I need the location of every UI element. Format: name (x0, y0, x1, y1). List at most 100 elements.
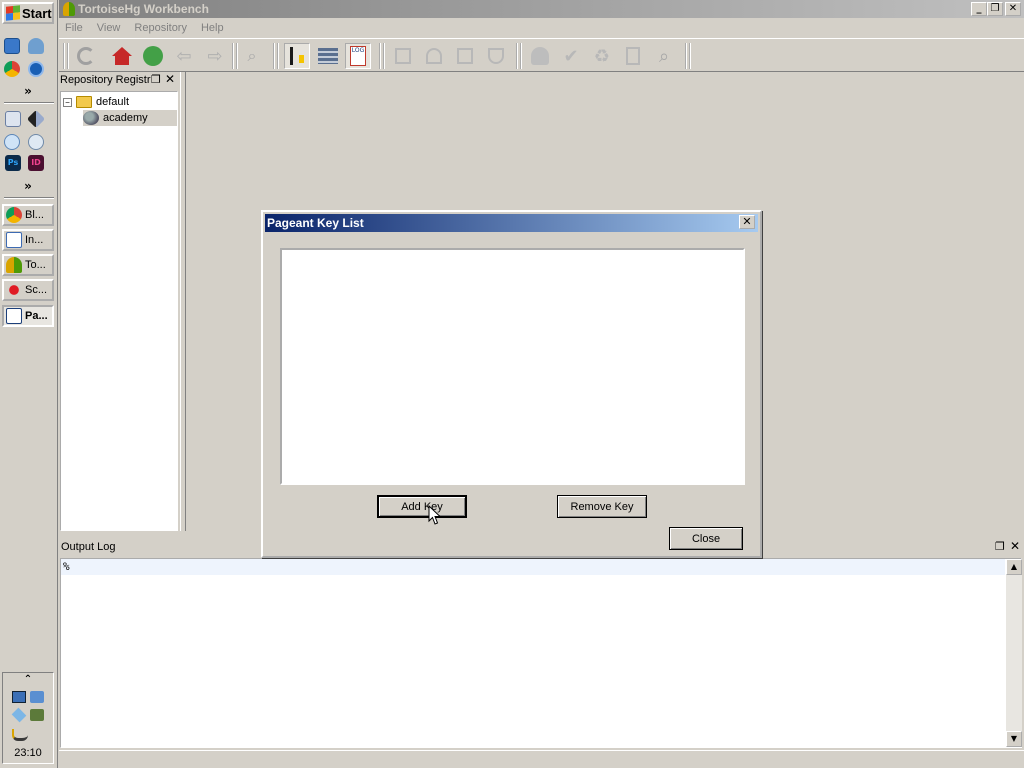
workbench-user-button[interactable] (527, 43, 553, 69)
outgoing-button[interactable] (452, 43, 478, 69)
toolbar-grip[interactable] (273, 43, 279, 69)
log-view-toggle[interactable]: LOG (345, 43, 371, 69)
start-button[interactable]: Start (2, 2, 54, 24)
back-button[interactable]: ⇦ (171, 43, 197, 69)
dialog-titlebar[interactable]: Pageant Key List (265, 214, 758, 232)
tree-item-academy[interactable]: academy (83, 110, 177, 126)
dialog-close-icon[interactable]: ✕ (739, 215, 755, 229)
network-tray-icon[interactable] (30, 691, 44, 703)
quicklaunch-more-button[interactable]: » (0, 84, 56, 98)
screenshot-icon (6, 282, 22, 298)
pageant-tray-icon[interactable] (12, 691, 26, 703)
refresh-button[interactable] (73, 43, 99, 69)
log-prompt-line[interactable]: % (61, 559, 1005, 575)
push-button[interactable] (483, 43, 509, 69)
scroll-down-button[interactable]: ▼ (1006, 731, 1022, 747)
power-tray-icon[interactable] (12, 729, 28, 741)
tree-item-label: academy (103, 112, 148, 124)
verify-button[interactable]: ✔ (558, 43, 584, 69)
task-button-screenshot[interactable]: Sc... (2, 279, 54, 301)
tortoisehg-app-icon (63, 2, 75, 16)
menu-file[interactable]: File (65, 22, 83, 34)
toolbar-grip[interactable] (63, 43, 69, 69)
taskbar-clock[interactable]: 23:10 (3, 747, 53, 759)
pull-button[interactable] (421, 43, 447, 69)
indesign-quicklaunch-icon[interactable]: ID (28, 155, 44, 171)
push-icon (488, 48, 504, 64)
search-button[interactable]: ⌕ (651, 43, 677, 69)
inkscape-quicklaunch-icon[interactable] (26, 109, 46, 129)
task-button-document[interactable]: In... (2, 229, 54, 251)
filter-search-button[interactable]: ⌕ (239, 43, 265, 69)
taskbar-divider (4, 102, 54, 104)
incoming-button[interactable] (390, 43, 416, 69)
task-button-tortoisehg[interactable]: To... (2, 254, 54, 276)
user-icon (531, 47, 549, 65)
add-key-button[interactable]: Add Key (377, 495, 467, 518)
incoming-icon (395, 48, 411, 64)
tortoisehg-icon (6, 257, 22, 273)
float-log-icon[interactable]: ❐ (995, 540, 1005, 553)
menu-repository[interactable]: Repository (134, 22, 187, 34)
close-log-icon[interactable]: ✕ (1010, 539, 1020, 553)
quicklaunch-more-button-2[interactable]: » (0, 179, 56, 193)
menu-view[interactable]: View (97, 22, 121, 34)
task-label: To... (25, 259, 46, 271)
photoshop-quicklaunch-icon[interactable]: Ps (5, 155, 21, 171)
scroll-up-button[interactable]: ▲ (1006, 559, 1022, 575)
calculator-quicklaunch-icon[interactable] (5, 111, 21, 127)
windows-logo-icon (6, 5, 20, 21)
toolbar-grip[interactable] (516, 43, 522, 69)
chrome-icon (6, 207, 22, 223)
media-player-quicklaunch-icon[interactable] (28, 61, 44, 77)
sync-icon (143, 46, 163, 66)
safely-remove-tray-icon[interactable] (30, 709, 44, 721)
task-button-pageant[interactable]: Pa... (2, 305, 54, 327)
recover-button[interactable]: ♻ (589, 43, 615, 69)
revision-details-toggle[interactable] (284, 43, 310, 69)
float-panel-icon[interactable]: ❐ (151, 73, 161, 86)
network-quicklaunch-icon[interactable] (28, 38, 44, 54)
menu-help[interactable]: Help (201, 22, 224, 34)
magnifier-icon: ⌕ (247, 46, 257, 65)
window-titlebar[interactable]: TortoiseHg Workbench (59, 0, 1024, 18)
search-icon: ⌕ (658, 45, 670, 67)
home-button[interactable] (109, 43, 135, 69)
annotate-button[interactable] (620, 43, 646, 69)
toolbar-grip[interactable] (379, 43, 385, 69)
menu-bar: File View Repository Help (59, 18, 1024, 37)
tray-expand-button[interactable]: ⌃ (3, 674, 53, 685)
output-log[interactable]: % ▲ ▼ (60, 558, 1022, 748)
forward-button[interactable]: ⇨ (202, 43, 228, 69)
task-label: In... (25, 234, 44, 246)
stack-icon (318, 48, 338, 64)
chrome-quicklaunch-icon[interactable] (4, 61, 20, 77)
pull-icon (426, 48, 442, 64)
log-scrollbar[interactable]: ▲ ▼ (1006, 559, 1022, 747)
chat-quicklaunch-icon[interactable] (4, 134, 20, 150)
window-title: TortoiseHg Workbench (78, 2, 209, 16)
tree-item-default[interactable]: − default (63, 94, 129, 110)
window-close-button[interactable]: ✕ (1005, 2, 1021, 16)
close-button[interactable]: Close (669, 527, 743, 550)
toolbar-grip[interactable] (232, 43, 238, 69)
remove-key-button[interactable]: Remove Key (557, 495, 647, 518)
dialer-quicklaunch-icon[interactable] (28, 134, 44, 150)
commit-view-button[interactable] (315, 43, 341, 69)
collapse-icon[interactable]: − (63, 97, 72, 107)
toolbar-grip[interactable] (685, 43, 691, 69)
repository-icon (83, 111, 99, 125)
key-list[interactable] (280, 248, 745, 485)
sync-button[interactable] (140, 43, 166, 69)
minimize-button[interactable]: _ (971, 2, 987, 16)
dropbox-tray-icon[interactable] (11, 707, 27, 723)
outgoing-icon (457, 48, 473, 64)
back-arrow-icon: ⇦ (176, 45, 192, 67)
task-label: Sc... (25, 284, 48, 296)
page-icon (626, 47, 640, 65)
close-panel-icon[interactable]: ✕ (165, 72, 175, 86)
restore-button[interactable]: ❐ (987, 2, 1003, 16)
task-button-browser[interactable]: Bl... (2, 204, 54, 226)
repository-registry-panel: Repository Registr ❐ ✕ − default academy (59, 72, 180, 531)
ie-quicklaunch-icon[interactable] (4, 38, 20, 54)
